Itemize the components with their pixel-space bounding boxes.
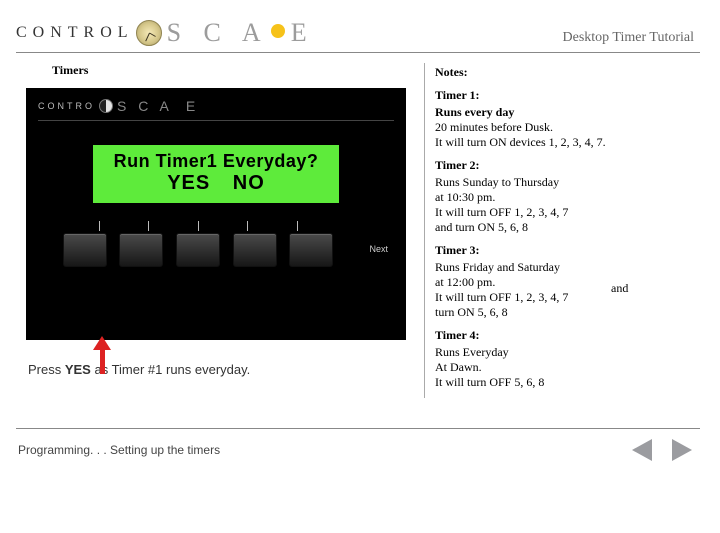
next-label: Next [369,244,388,254]
timer3-heading: Timer 3: [435,243,611,258]
page-header: CONTROL S C A E Desktop Timer Tutorial [16,18,700,53]
soft-button-row [38,233,394,267]
timer1-body: Runs every day 20 minutes before Dusk. I… [435,105,611,150]
instruction-prefix: Press [28,362,65,377]
page-title: Desktop Timer Tutorial [563,30,700,48]
instruction-bold: YES [65,362,91,377]
timer2-body: Runs Sunday to Thursday at 10:30 pm. It … [435,175,611,235]
timer2-line3: It will turn OFF 1, 2, 3, 4, 7 [435,205,568,219]
timer3-line2: at 12:00 pm. [435,275,495,289]
lcd-screen: Run Timer1 Everyday? YES NO [93,145,339,203]
logo-text-scape: S C A E [167,18,315,48]
soft-button-4[interactable] [233,233,277,267]
soft-button-3[interactable] [176,233,220,267]
instruction-text: Press YES as Timer #1 runs everyday. [28,362,408,377]
timer1-line3: It will turn ON devices 1, 2, 3, 4, 7. [435,135,606,149]
tutorial-page: CONTROL S C A E Desktop Timer Tutorial T… [0,0,720,533]
next-arrow-icon[interactable] [672,439,692,461]
timer4-line1: Runs Everyday [435,345,509,359]
footer-text: Programming. . . Setting up the timers [18,443,220,457]
timer2-line1: Runs Sunday to Thursday [435,175,559,189]
lcd-option-no: NO [233,172,265,195]
section-heading: Timers [52,63,408,78]
timer4-line2: At Dawn. [435,360,482,374]
logo-scape-right: E [291,18,315,48]
timer1-bold: Runs every day [435,105,514,119]
right-column: Notes: Timer 1: Runs every day 20 minute… [424,63,700,398]
footer: Programming. . . Setting up the timers [16,439,700,461]
timer3-line3: It will turn OFF 1, 2, 3, 4, 7 [435,290,568,304]
content-row: Timers CONTRO S C A E Run Timer1 Everyda… [16,63,700,398]
half-moon-icon [99,99,113,113]
overflow-and: and [611,63,628,296]
soft-button-1[interactable] [63,233,107,267]
device-screenshot: CONTRO S C A E Run Timer1 Everyday? YES … [26,88,406,340]
lcd-option-yes: YES [167,172,210,195]
lcd-options: YES NO [101,172,331,195]
footer-divider [16,428,700,429]
brand-logo: CONTROL S C A E [16,18,315,48]
device-brand-control: CONTRO [38,101,95,111]
timer1-heading: Timer 1: [435,88,611,103]
device-brand: CONTRO S C A E [38,98,394,114]
device-divider [38,120,394,121]
prev-arrow-icon[interactable] [632,439,652,461]
timer2-line2: at 10:30 pm. [435,190,495,204]
device-brand-scape: S C A E [117,98,199,114]
timer4-body: Runs Everyday At Dawn. It will turn OFF … [435,345,611,390]
timer1-line2: 20 minutes before Dusk. [435,120,553,134]
soft-button-5[interactable] [289,233,333,267]
timer3-line4: turn ON 5, 6, 8 [435,305,508,319]
timer4-heading: Timer 4: [435,328,611,343]
logo-text-control: CONTROL [16,24,134,42]
notes-column: Notes: Timer 1: Runs every day 20 minute… [435,63,611,398]
lcd-question: Run Timer1 Everyday? [101,151,331,172]
left-column: Timers CONTRO S C A E Run Timer1 Everyda… [16,63,408,377]
timer3-line1: Runs Friday and Saturday [435,260,560,274]
timer4-line3: It will turn OFF 5, 6, 8 [435,375,544,389]
notes-heading: Notes: [435,65,611,80]
logo-scape-left: S C A [167,18,269,48]
timer2-heading: Timer 2: [435,158,611,173]
instruction-suffix: as Timer #1 runs everyday. [91,362,250,377]
soft-button-ticks [38,221,394,231]
sun-icon [271,24,285,38]
soft-button-2[interactable] [119,233,163,267]
nav-arrows [632,439,692,461]
clock-icon [136,20,162,46]
timer3-body: Runs Friday and Saturday at 12:00 pm. It… [435,260,611,320]
timer2-line4: and turn ON 5, 6, 8 [435,220,528,234]
